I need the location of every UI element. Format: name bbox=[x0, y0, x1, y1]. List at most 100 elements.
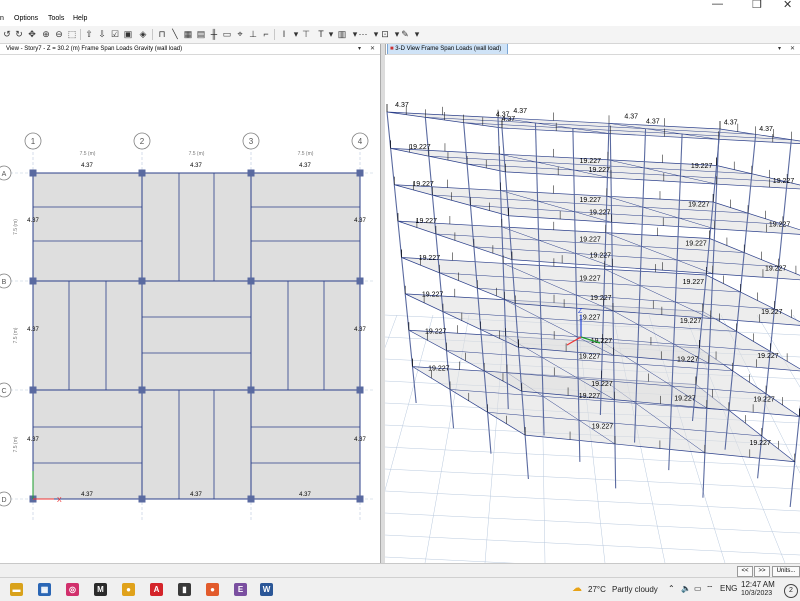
right-pane-header: ■ 3-D View Frame Span Loads (wall load) … bbox=[385, 44, 800, 55]
pan-icon[interactable]: ✥ bbox=[27, 29, 37, 39]
frame-icon[interactable]: ⊓ bbox=[157, 29, 167, 39]
restore-button[interactable]: ❐ bbox=[752, 0, 762, 11]
units-button[interactable]: Units... bbox=[772, 566, 800, 577]
axis-z-label: Z bbox=[578, 308, 583, 315]
restraint-icon[interactable]: ⊡ bbox=[380, 29, 390, 39]
weather-icon[interactable]: ☁ bbox=[572, 583, 582, 594]
chrome-icon[interactable]: ● bbox=[122, 583, 135, 596]
language-indicator[interactable]: ENG bbox=[720, 584, 737, 593]
refresh-icon[interactable]: ↻ bbox=[14, 29, 24, 39]
plan-view[interactable]: 1 2 3 4 A B C D 7.5 (m) 7.5 (m) 7.5 (m) 7.5 (m) 7.5 … bbox=[0, 55, 380, 563]
load-icon[interactable]: T bbox=[316, 29, 326, 39]
speaker-icon[interactable]: 🔈 bbox=[681, 584, 691, 593]
floor-load-label: 19.227 bbox=[677, 357, 699, 364]
zoom-out-icon[interactable]: ⊖ bbox=[54, 29, 64, 39]
column-icon[interactable]: I bbox=[279, 29, 289, 39]
slab-panel bbox=[251, 390, 360, 499]
left-pane-title[interactable]: View - Story7 - Z = 30.2 (m) Frame Span … bbox=[4, 44, 188, 54]
pdf-icon[interactable]: A bbox=[150, 583, 163, 596]
plan-view-canvas[interactable]: 1 2 3 4 A B C D 7.5 (m) 7.5 (m) 7.5 (m) 7.5 (m) 7.5 … bbox=[0, 55, 380, 563]
ground-grid-line bbox=[792, 314, 800, 326]
brace-icon[interactable]: ⊤ bbox=[301, 29, 311, 39]
battery-icon[interactable]: ▭ bbox=[694, 584, 702, 593]
move-up-icon[interactable]: ⇧ bbox=[84, 29, 94, 39]
slab-icon[interactable]: ▭ bbox=[222, 29, 232, 39]
view-3d-icon[interactable]: ◈ bbox=[138, 29, 148, 39]
link-icon[interactable]: ⋯ bbox=[358, 29, 368, 39]
floor-load-label: 19.227 bbox=[579, 236, 601, 243]
slab-panel bbox=[251, 173, 360, 281]
floor-load-label: 19.227 bbox=[579, 315, 601, 322]
close-icon[interactable]: ✕ bbox=[370, 44, 375, 54]
wall-icon[interactable]: ▥ bbox=[337, 29, 347, 39]
menu-item-tools[interactable]: Tools bbox=[48, 15, 64, 22]
load-label: 4.37 bbox=[190, 492, 202, 498]
dropdown-arrow-icon[interactable]: ▾ bbox=[291, 29, 301, 39]
zoom-in-icon[interactable]: ⊕ bbox=[41, 29, 51, 39]
ground-grid-line bbox=[385, 314, 398, 349]
undo-icon[interactable]: ↺ bbox=[2, 29, 12, 39]
toolbar-separator bbox=[274, 29, 275, 40]
instagram-icon[interactable]: ◎ bbox=[66, 583, 79, 596]
chrome-profile-icon[interactable]: ● bbox=[206, 583, 219, 596]
column bbox=[138, 386, 146, 394]
dropdown-arrow-icon[interactable]: ▾ bbox=[326, 29, 336, 39]
store-icon[interactable]: ▦ bbox=[38, 583, 51, 596]
zoom-window-icon[interactable]: ⬚ bbox=[67, 29, 77, 39]
weather-desc[interactable]: Partly cloudy bbox=[612, 585, 658, 594]
roof-load-label: 4.37 bbox=[395, 102, 409, 109]
chevron-up-icon[interactable]: ⌃ bbox=[668, 584, 675, 593]
previous-button[interactable]: << bbox=[737, 566, 753, 577]
ground-grid-line bbox=[385, 468, 800, 490]
menu-item-options[interactable]: Options bbox=[14, 15, 38, 22]
grid-icon[interactable]: ▦ bbox=[183, 29, 193, 39]
network-icon[interactable]: ⌔ bbox=[706, 584, 714, 594]
ground-grid-line bbox=[385, 534, 800, 556]
checkbox-icon[interactable]: ☑ bbox=[110, 29, 120, 39]
floor-load-label: 19.227 bbox=[409, 144, 431, 151]
grid-label-y: D bbox=[1, 497, 6, 504]
select-icon[interactable]: ▣ bbox=[123, 29, 133, 39]
clock-time[interactable]: 12:47 AM bbox=[741, 580, 775, 589]
beam-icon[interactable]: ╫ bbox=[209, 29, 219, 39]
floor-load-label: 19.227 bbox=[773, 178, 795, 185]
close-icon[interactable]: ✕ bbox=[790, 44, 795, 54]
dropdown-arrow-icon[interactable]: ▾ bbox=[412, 29, 422, 39]
measure-icon[interactable]: ⌐ bbox=[261, 29, 271, 39]
notification-badge[interactable]: 2 bbox=[784, 584, 798, 598]
move-down-icon[interactable]: ⇩ bbox=[97, 29, 107, 39]
roof-load-label: 4.37 bbox=[724, 120, 738, 127]
menu-item-window[interactable]: n bbox=[0, 15, 4, 22]
weather-temp[interactable]: 27°C bbox=[588, 585, 606, 594]
ground-grid-line bbox=[385, 490, 800, 512]
roof-load-label: 4.37 bbox=[502, 116, 516, 123]
etabs-icon[interactable]: E bbox=[234, 583, 247, 596]
span-dimension-x: 7.5 (m) bbox=[298, 151, 314, 157]
word-icon[interactable]: W bbox=[260, 583, 273, 596]
load-label: 4.37 bbox=[27, 327, 39, 333]
load-label: 4.37 bbox=[299, 163, 311, 169]
app-icon[interactable]: ▮ bbox=[178, 583, 191, 596]
floor-load-label: 19.227 bbox=[688, 202, 710, 209]
dropdown-icon[interactable]: ▾ bbox=[778, 44, 781, 54]
right-pane-title[interactable]: ■ 3-D View Frame Span Loads (wall load) bbox=[387, 44, 509, 54]
clock-date[interactable]: 10/3/2023 bbox=[741, 590, 772, 597]
menu-item-help[interactable]: Help bbox=[73, 15, 87, 22]
next-button[interactable]: >> bbox=[754, 566, 770, 577]
floor-load-label: 19.227 bbox=[765, 265, 787, 272]
support-icon[interactable]: ⊥ bbox=[248, 29, 258, 39]
minimize-button[interactable]: — bbox=[712, 0, 723, 10]
table-icon[interactable]: ▤ bbox=[196, 29, 206, 39]
media-icon[interactable]: M bbox=[94, 583, 107, 596]
grid-label-x: 4 bbox=[358, 137, 363, 146]
load-label: 4.37 bbox=[81, 163, 93, 169]
snap-icon[interactable]: ⌖ bbox=[235, 29, 245, 39]
close-button[interactable]: ✕ bbox=[783, 0, 792, 11]
dropdown-icon[interactable]: ▾ bbox=[358, 44, 361, 54]
3d-view[interactable]: 4.37 4.37 4.37 4.37 4.37 4.37 4.37 4.37 19.227 19… bbox=[385, 55, 800, 563]
file-explorer-icon[interactable]: ▬ bbox=[10, 583, 23, 596]
3d-view-canvas[interactable]: 4.374.374.374.374.374.374.374.3719.22719… bbox=[385, 55, 800, 563]
draw-tool-icon[interactable]: ✎ bbox=[400, 29, 410, 39]
toolbar: ↺ ↻ ✥ ⊕ ⊖ ⬚ ⇧ ⇩ ☑ ▣ ◈ ⊓ ╲ ▦ ▤ ╫ ▭ ⌖ ⊥ ⌐ … bbox=[0, 26, 800, 44]
draw-line-icon[interactable]: ╲ bbox=[170, 29, 180, 39]
